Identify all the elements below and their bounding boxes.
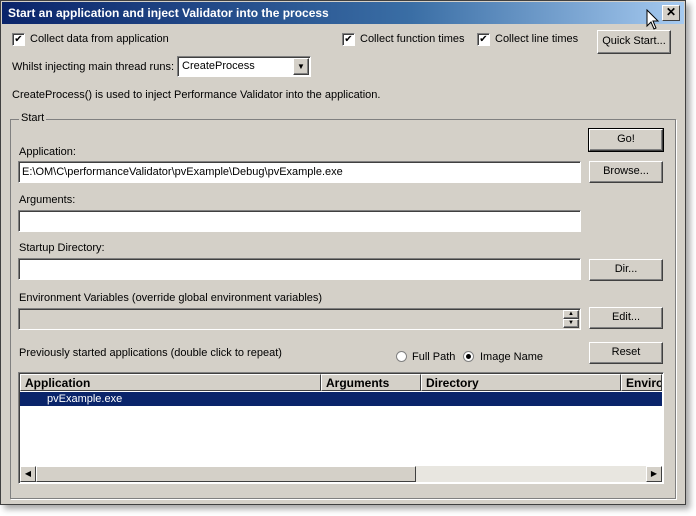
arguments-label: Arguments: [19,194,76,206]
table-row[interactable]: pvExample.exe [20,392,662,406]
collect-function-times-checkbox[interactable]: ✔ [342,33,355,46]
start-application-dialog: Start an application and inject Validato… [0,0,686,505]
collect-data-label: Collect data from application [30,33,169,45]
image-name-radio[interactable] [463,351,474,362]
browse-button[interactable]: Browse... [589,161,663,183]
collect-line-times-checkbox[interactable]: ✔ [477,33,490,46]
radio-selected-dot [466,354,471,359]
scrollbar-thumb[interactable] [36,466,416,482]
previous-applications-label: Previously started applications (double … [19,347,282,359]
dropdown-arrow-icon[interactable]: ▼ [293,58,309,75]
spin-down-icon[interactable]: ▼ [563,319,579,328]
image-name-label: Image Name [480,351,543,363]
startup-directory-input[interactable] [18,258,581,280]
collect-function-times-label: Collect function times [360,33,465,45]
injecting-mode-select[interactable]: CreateProcess ▼ [177,56,311,77]
history-listview[interactable]: Application Arguments Directory Enviro p… [18,372,664,484]
environment-variables-label: Environment Variables (override global e… [19,292,323,304]
start-group-label: Start [19,112,47,124]
collect-line-times-label: Collect line times [495,33,579,45]
full-path-radio[interactable] [396,351,407,362]
spin-up-icon[interactable]: ▲ [563,310,579,319]
mouse-cursor-icon [646,9,660,30]
startup-directory-label: Startup Directory: [19,242,105,254]
row-application-cell: pvExample.exe [47,393,123,405]
column-header-directory[interactable]: Directory [421,374,621,391]
horizontal-scrollbar[interactable]: ◀ ▶ [20,466,662,482]
edit-button[interactable]: Edit... [589,307,663,329]
injecting-label: Whilst injecting main thread runs: [12,61,175,73]
scroll-right-icon[interactable]: ▶ [646,466,662,482]
full-path-label: Full Path [412,351,456,363]
go-button[interactable]: Go! [588,128,664,152]
environment-variables-input[interactable] [18,308,581,330]
column-header-arguments[interactable]: Arguments [321,374,421,391]
collect-data-checkbox[interactable]: ✔ [12,33,25,46]
quick-start-button[interactable]: Quick Start... [597,30,671,54]
dir-button[interactable]: Dir... [589,259,663,281]
column-header-application[interactable]: Application [20,374,321,391]
injecting-mode-value: CreateProcess [182,60,255,72]
close-button[interactable]: ✕ [662,5,680,21]
scroll-left-icon[interactable]: ◀ [20,466,36,482]
reset-button[interactable]: Reset [589,342,663,364]
window-title: Start an application and inject Validato… [8,6,329,20]
arguments-input[interactable] [18,210,581,232]
title-bar[interactable]: Start an application and inject Validato… [2,2,684,24]
application-label: Application: [19,146,76,158]
inject-info-text: CreateProcess() is used to inject Perfor… [12,89,381,101]
application-input[interactable]: E:\OM\C\performanceValidator\pvExample\D… [18,161,581,183]
column-header-environment[interactable]: Enviro [621,374,662,391]
